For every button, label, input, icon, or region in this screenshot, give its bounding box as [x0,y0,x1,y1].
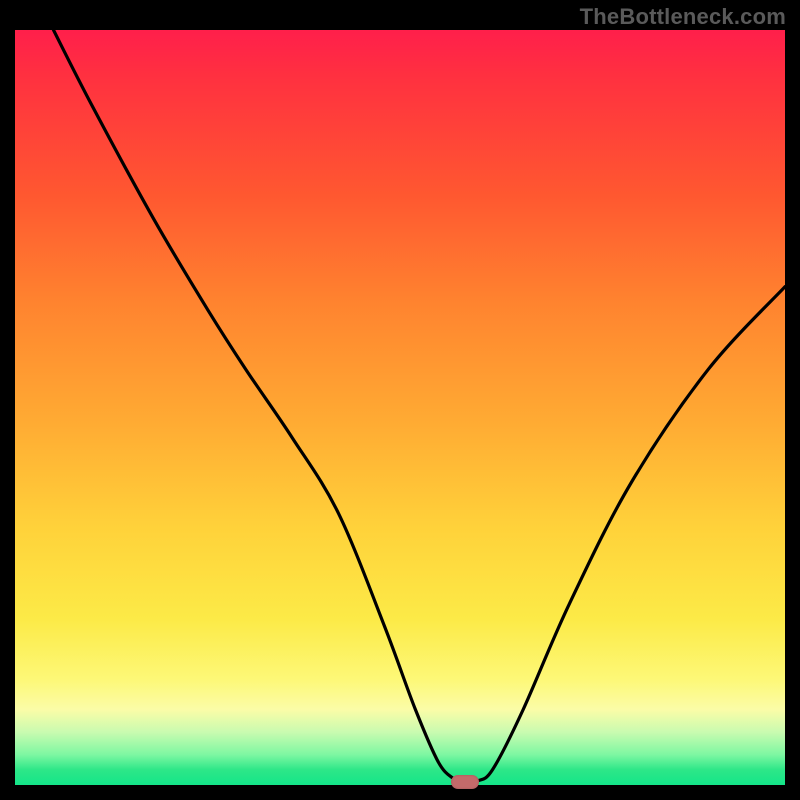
bottleneck-curve [15,30,785,785]
minimum-marker [451,775,479,789]
chart-frame: TheBottleneck.com [0,0,800,800]
curve-path [54,30,786,785]
plot-area [15,30,785,785]
watermark-text: TheBottleneck.com [580,4,786,30]
